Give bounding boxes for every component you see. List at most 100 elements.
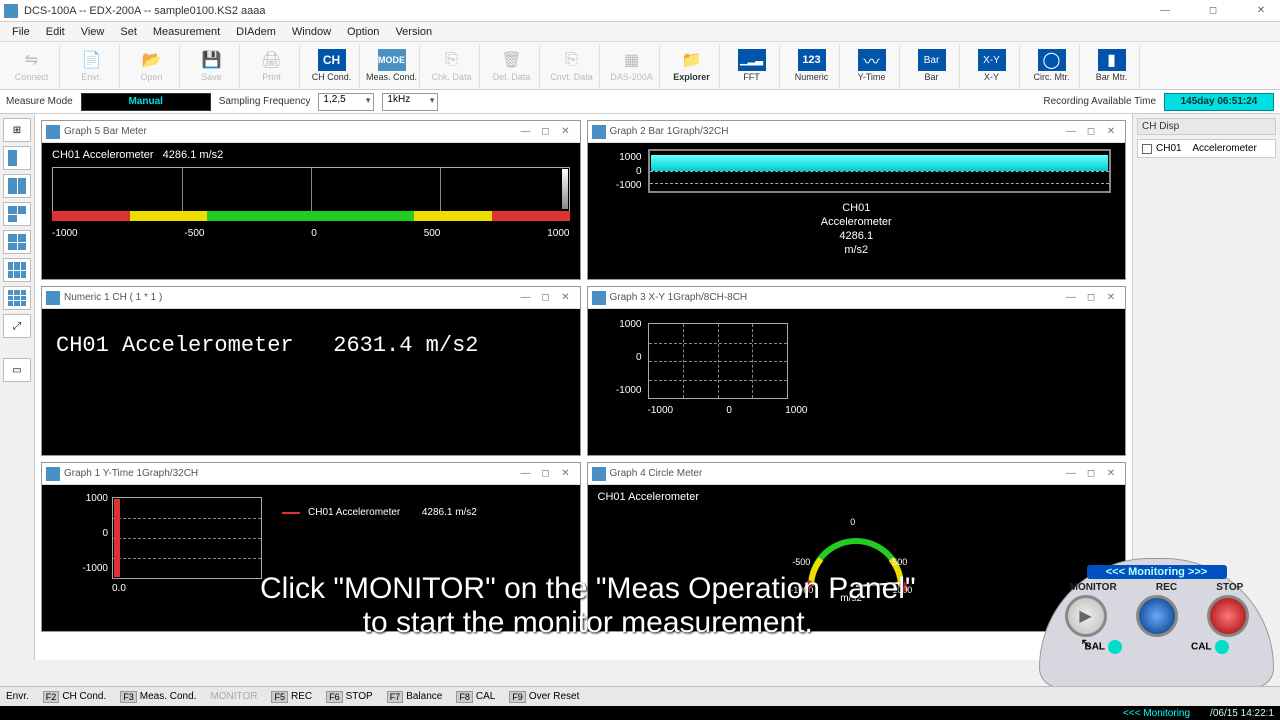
maximize-icon[interactable]: ◻ xyxy=(1081,468,1101,479)
layout-btn-5[interactable] xyxy=(3,230,31,254)
graph-4-circle[interactable]: Graph 4 Circle Meter—◻✕ CH01 Acceleromet… xyxy=(587,462,1127,632)
tb-barmtr[interactable]: ▮Bar Mtr. xyxy=(1084,44,1140,88)
graph-area: Graph 5 Bar Meter—◻✕ CH01 Accelerometer … xyxy=(35,114,1132,660)
ytime-icon: 〰 xyxy=(858,49,886,71)
sb-f7[interactable]: F7Balance xyxy=(387,691,443,703)
menu-version[interactable]: Version xyxy=(387,24,440,40)
layout-btn-1[interactable]: ⊞ xyxy=(3,118,31,142)
layout-btn-7[interactable] xyxy=(3,286,31,310)
menu-edit[interactable]: Edit xyxy=(38,24,73,40)
rec-button[interactable] xyxy=(1136,595,1178,637)
menu-window[interactable]: Window xyxy=(284,24,339,40)
menu-diadem[interactable]: DIAdem xyxy=(228,24,284,40)
tb-fft[interactable]: ▁▂▃FFT xyxy=(724,44,780,88)
close-icon[interactable]: ✕ xyxy=(1101,468,1121,479)
graph-icon xyxy=(46,125,60,139)
menu-measurement[interactable]: Measurement xyxy=(145,24,228,40)
menu-set[interactable]: Set xyxy=(112,24,145,40)
pod-stop-label: STOP xyxy=(1216,582,1243,593)
tb-ytime[interactable]: 〰Y-Time xyxy=(844,44,900,88)
maximize-button[interactable]: ◻ xyxy=(1198,3,1228,19)
tb-connect[interactable]: ⇋Connect xyxy=(4,44,60,88)
close-icon[interactable]: ✕ xyxy=(1101,292,1121,303)
minimize-icon[interactable]: — xyxy=(516,468,536,479)
graph-icon xyxy=(592,467,606,481)
tb-ch-cond[interactable]: CHCH Cond. xyxy=(304,44,360,88)
menu-file[interactable]: File xyxy=(4,24,38,40)
layout-btn-9[interactable]: ▭ xyxy=(3,358,31,382)
close-icon[interactable]: ✕ xyxy=(556,468,576,479)
cnvt-data-icon: ⎘ xyxy=(560,49,584,71)
tb-meas-cond[interactable]: MODEMeas. Cond. xyxy=(364,44,420,88)
checkbox-icon[interactable] xyxy=(1142,144,1152,154)
yt-legend: CH01 Accelerometer 4286.1 m/s2 xyxy=(282,507,477,518)
stop-button[interactable] xyxy=(1207,595,1249,637)
tb-circ[interactable]: ◯Circ. Mtr. xyxy=(1024,44,1080,88)
toolbar: ⇋Connect 📄Envr. 📂Open 💾Save 🖨Print CHCH … xyxy=(0,42,1280,90)
sb-f3[interactable]: F3Meas. Cond. xyxy=(120,691,196,703)
maximize-icon[interactable]: ◻ xyxy=(536,126,556,137)
layout-btn-6[interactable] xyxy=(3,258,31,282)
menu-option[interactable]: Option xyxy=(339,24,387,40)
monitor-button[interactable]: ▶ xyxy=(1065,595,1107,637)
graph-title: Graph 2 Bar 1Graph/32CH xyxy=(610,126,1062,137)
tb-xy[interactable]: X-YX-Y xyxy=(964,44,1020,88)
sampling-combo-2[interactable]: 1kHz xyxy=(382,93,438,111)
maximize-icon[interactable]: ◻ xyxy=(1081,292,1101,303)
minimize-icon[interactable]: — xyxy=(1061,126,1081,137)
app-icon xyxy=(4,4,18,18)
das-icon: ▦ xyxy=(620,49,644,71)
numeric-readout: CH01 Accelerometer 2631.4 m/s2 xyxy=(52,315,570,376)
sb-f8[interactable]: F8CAL xyxy=(456,691,495,703)
tb-chk-data[interactable]: ⎘Chk. Data xyxy=(424,44,480,88)
minimize-button[interactable]: — xyxy=(1150,3,1180,19)
minimize-icon[interactable]: — xyxy=(1061,468,1081,479)
maximize-icon[interactable]: ◻ xyxy=(1081,126,1101,137)
graph-2-bar[interactable]: Graph 2 Bar 1Graph/32CH—◻✕ 1000 0 -1000 … xyxy=(587,120,1127,280)
close-icon[interactable]: ✕ xyxy=(556,126,576,137)
tb-bar[interactable]: BarBar xyxy=(904,44,960,88)
close-icon[interactable]: ✕ xyxy=(1101,126,1121,137)
graph-3-xy[interactable]: Graph 3 X-Y 1Graph/8CH-8CH—◻✕ 1000 0 -10… xyxy=(587,286,1127,456)
layout-btn-8[interactable]: ⤢ xyxy=(3,314,31,338)
ch-disp-item[interactable]: CH01 Accelerometer xyxy=(1137,139,1276,158)
sb-f2[interactable]: F2CH Cond. xyxy=(43,691,106,703)
tb-cnvt-data[interactable]: ⎘Cnvt. Data xyxy=(544,44,600,88)
graph-1-ytime[interactable]: Graph 1 Y-Time 1Graph/32CH—◻✕ 1000 0 -10… xyxy=(41,462,581,632)
sb-f9[interactable]: F9Over Reset xyxy=(509,691,579,703)
close-button[interactable]: ✕ xyxy=(1246,3,1276,19)
mode-row: Measure Mode Manual Sampling Frequency 1… xyxy=(0,90,1280,114)
barmtr-icon: ▮ xyxy=(1098,49,1126,71)
maximize-icon[interactable]: ◻ xyxy=(536,292,556,303)
sb-f6[interactable]: F6STOP xyxy=(326,691,373,703)
taskstrip-timestamp: /06/15 14:22:1 xyxy=(1210,708,1274,719)
bar-needle xyxy=(562,169,568,209)
minimize-icon[interactable]: — xyxy=(1061,292,1081,303)
tb-das200a[interactable]: ▦DAS-200A xyxy=(604,44,660,88)
tb-numeric[interactable]: 123Numeric xyxy=(784,44,840,88)
minimize-icon[interactable]: — xyxy=(516,126,536,137)
close-icon[interactable]: ✕ xyxy=(556,292,576,303)
sb-f5[interactable]: F5REC xyxy=(271,691,312,703)
bar-icon: Bar xyxy=(918,49,946,71)
numeric-1-ch[interactable]: Numeric 1 CH ( 1 * 1 )—◻✕ CH01 Accelerom… xyxy=(41,286,581,456)
tb-explorer[interactable]: 📁Explorer xyxy=(664,44,720,88)
layout-btn-4[interactable] xyxy=(3,202,31,226)
tb-del-data[interactable]: 🗑Del. Data xyxy=(484,44,540,88)
menu-view[interactable]: View xyxy=(73,24,113,40)
sampling-freq-label: Sampling Frequency xyxy=(219,96,311,107)
tb-envr[interactable]: 📄Envr. xyxy=(64,44,120,88)
tb-save[interactable]: 💾Save xyxy=(184,44,240,88)
maximize-icon[interactable]: ◻ xyxy=(536,468,556,479)
minimize-icon[interactable]: — xyxy=(516,292,536,303)
graph-icon xyxy=(592,125,606,139)
tb-print[interactable]: 🖨Print xyxy=(244,44,300,88)
layout-toolbar: ⊞ ⤢ ▭ xyxy=(0,114,35,660)
layout-btn-3[interactable] xyxy=(3,174,31,198)
graph-5-bar-meter[interactable]: Graph 5 Bar Meter—◻✕ CH01 Accelerometer … xyxy=(41,120,581,280)
tb-open[interactable]: 📂Open xyxy=(124,44,180,88)
graph-icon xyxy=(46,291,60,305)
numeric-icon: 123 xyxy=(798,49,826,71)
sampling-combo-1[interactable]: 1,2,5 xyxy=(318,93,374,111)
layout-btn-2[interactable] xyxy=(3,146,31,170)
